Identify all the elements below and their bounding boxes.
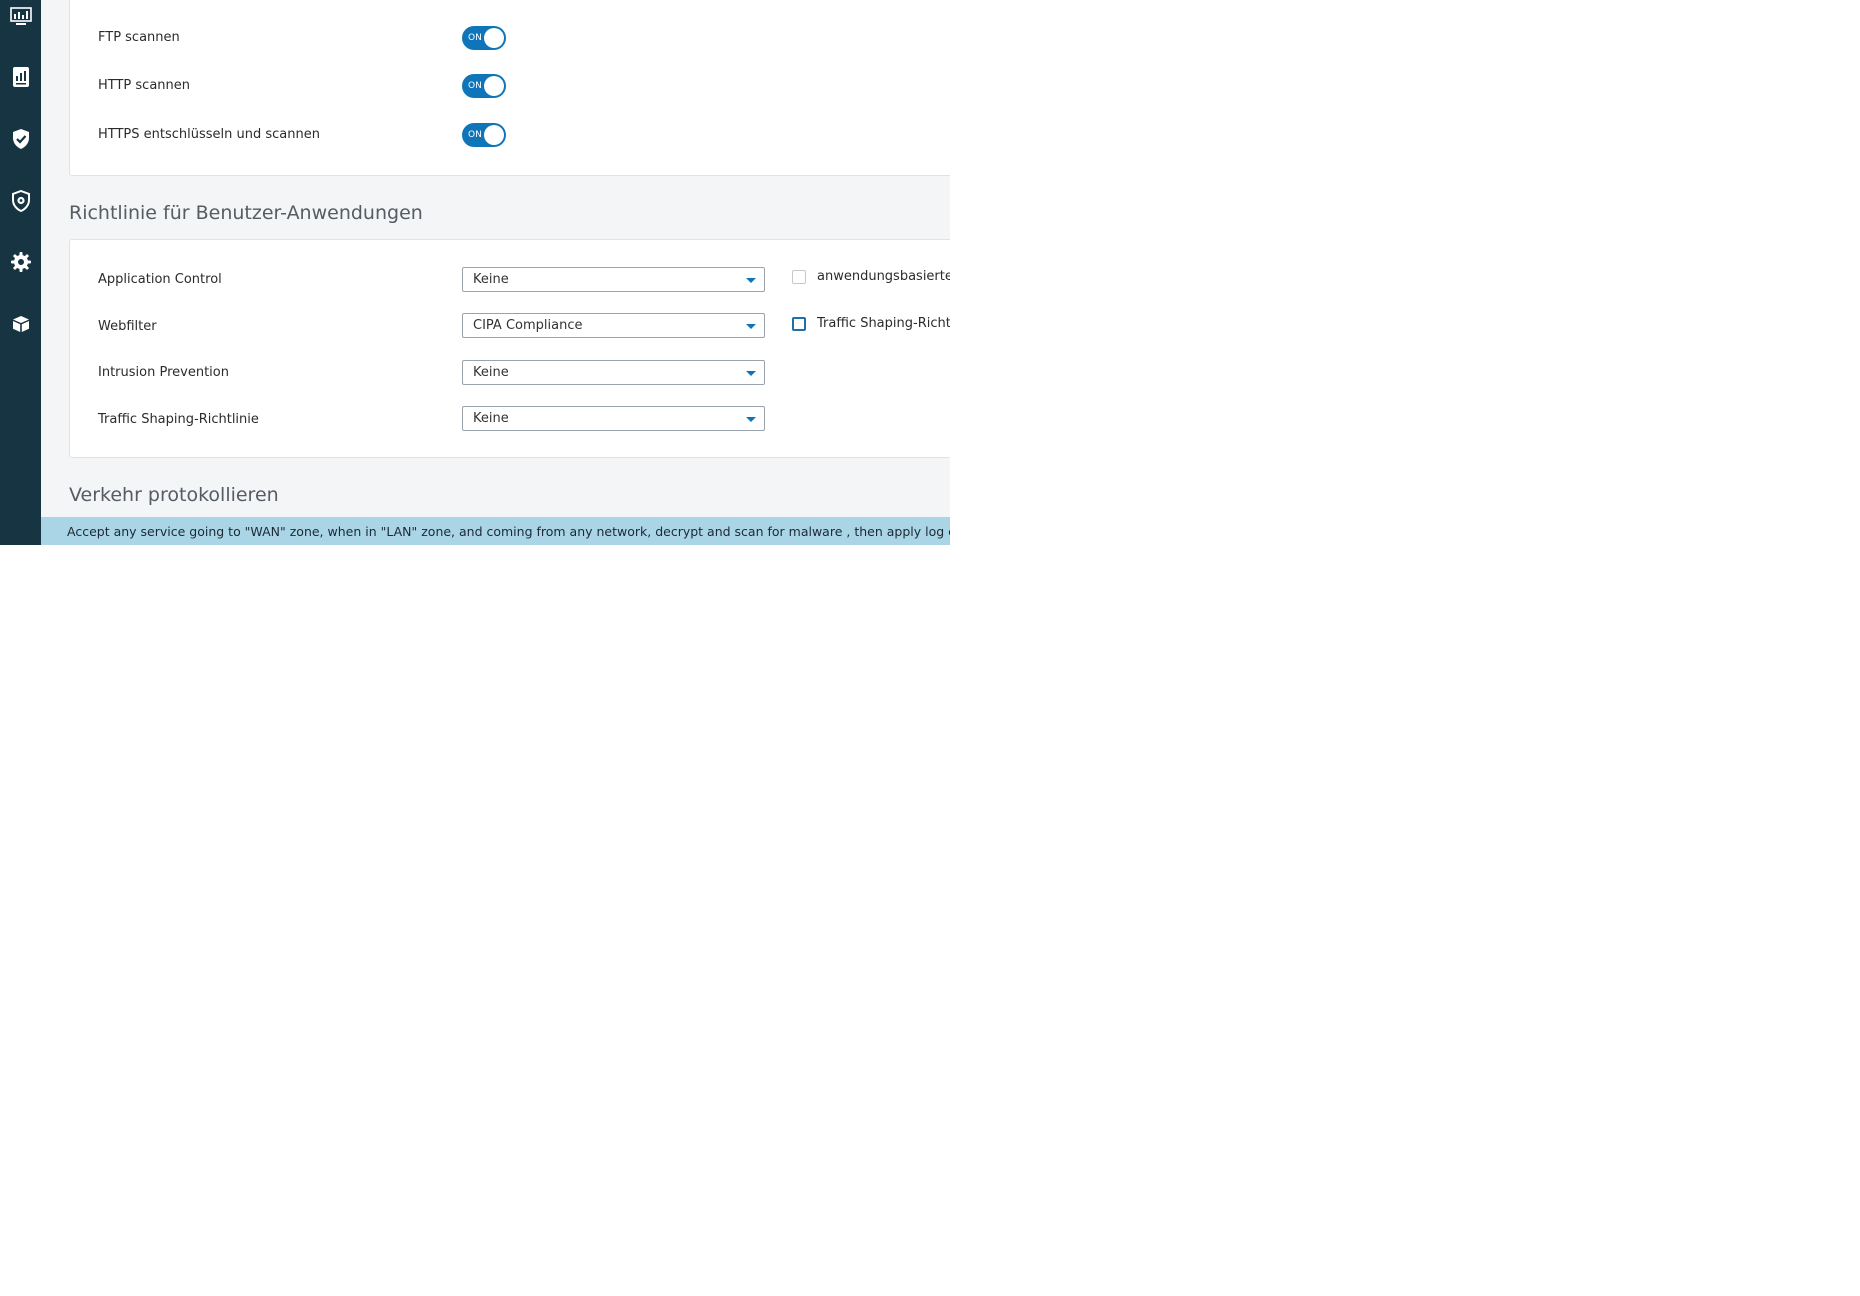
chevron-down-icon [746,278,756,283]
traffic-shaping-label: Traffic Shaping-Richtlinie [98,412,259,427]
https-scan-toggle[interactable]: ON [462,123,506,147]
chevron-down-icon [746,371,756,376]
select-value: Keine [473,272,509,287]
webfilter-label: Webfilter [98,319,157,334]
intrusion-prevention-label: Intrusion Prevention [98,365,229,380]
shield-gear-icon[interactable] [0,181,41,221]
policy-section-title: Richtlinie für Benutzer-Anwendungen [69,202,423,224]
rule-summary-bar: Accept any service going to "WAN" zone, … [41,517,950,545]
logging-section-title: Verkehr protokollieren [69,484,279,506]
toggle-knob [484,125,504,145]
select-value: CIPA Compliance [473,318,583,333]
https-scan-label: HTTPS entschlüsseln und scannen [98,127,320,142]
chevron-down-icon [746,324,756,329]
webfilter-select[interactable]: CIPA Compliance [462,313,765,338]
http-scan-label: HTTP scannen [98,78,191,93]
toggle-knob [484,76,504,96]
toggle-state-text: ON [468,130,482,140]
intrusion-prevention-select[interactable]: Keine [462,360,765,385]
application-control-label: Application Control [98,272,222,287]
user-application-policy-card: Application Control Keine Webfilter CIPA… [69,239,950,458]
gear-icon[interactable] [0,242,41,282]
shield-check-icon[interactable] [0,119,41,159]
package-icon[interactable] [0,304,41,344]
monitor-icon[interactable] [0,0,41,36]
sidebar [0,0,41,545]
select-value: Keine [473,365,509,380]
traffic-shaping-policy-checkbox[interactable] [792,317,806,331]
select-value: Keine [473,411,509,426]
firewall-rule-editor: FTP scannen ON HTTP scannen ON HTTPS ent… [0,0,950,545]
http-scan-toggle[interactable]: ON [462,74,506,98]
checkbox-label: Traffic Shaping-Richtlinie gemäß W [817,316,950,331]
reports-icon[interactable] [0,57,41,97]
traffic-shaping-select[interactable]: Keine [462,406,765,431]
app-based-traffic-shaping-checkbox[interactable] [792,270,806,284]
toggle-state-text: ON [468,81,482,91]
application-control-select[interactable]: Keine [462,267,765,292]
scan-settings-card: FTP scannen ON HTTP scannen ON HTTPS ent… [69,0,950,176]
checkbox-label: anwendungsbasierte Traffic Shapin [817,269,950,284]
chevron-down-icon [746,417,756,422]
ftp-scan-label: FTP scannen [98,30,180,45]
toggle-knob [484,28,504,48]
ftp-scan-toggle[interactable]: ON [462,26,506,50]
toggle-state-text: ON [468,33,482,43]
rule-summary-text: Accept any service going to "WAN" zone, … [67,524,950,539]
